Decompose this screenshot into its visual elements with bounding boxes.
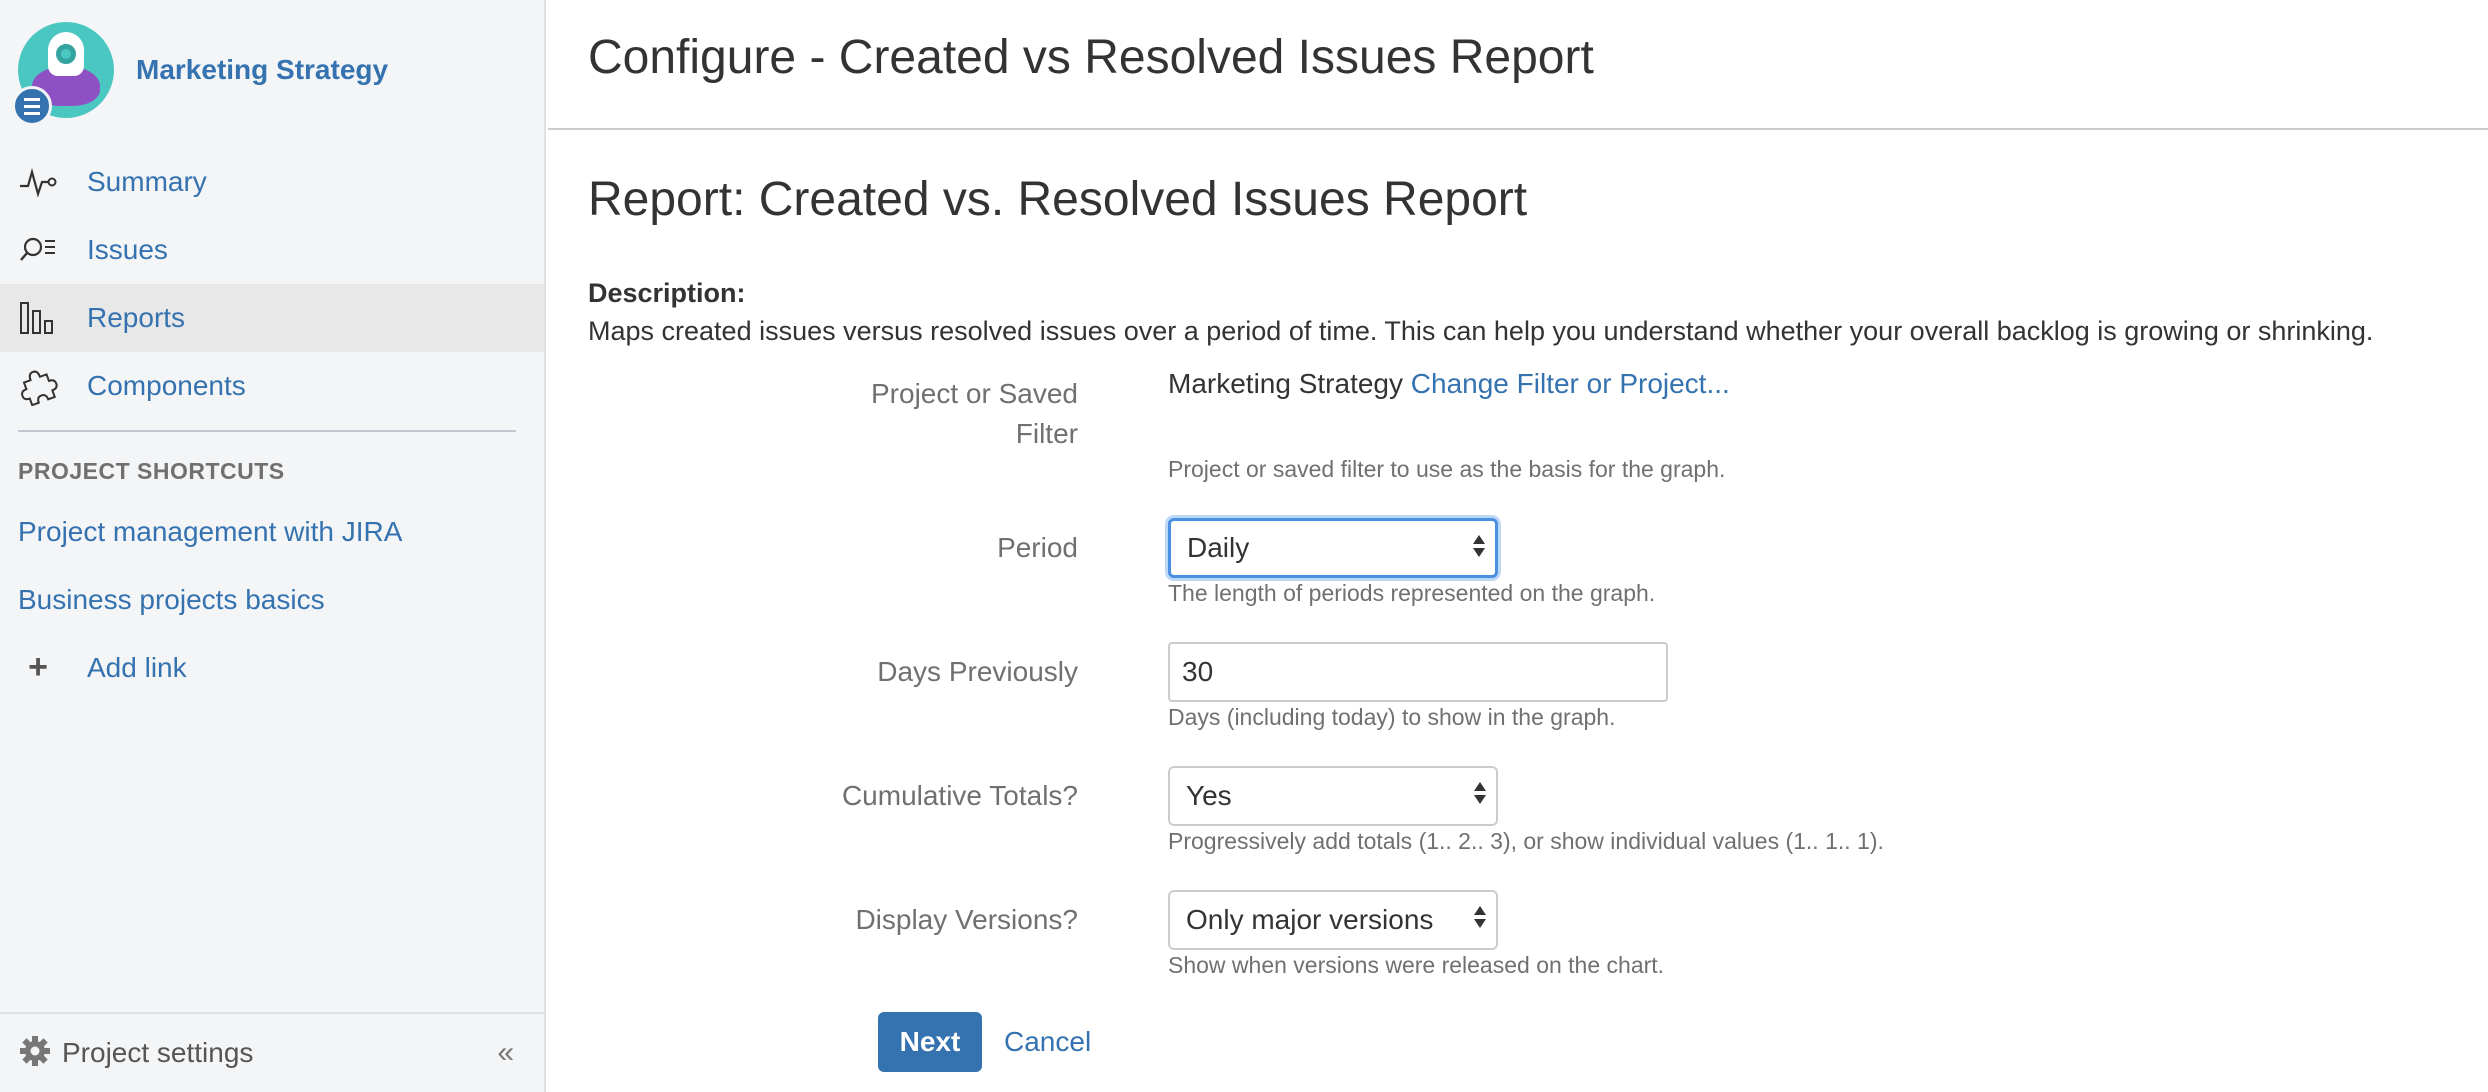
bar-chart-icon bbox=[18, 298, 58, 338]
plus-icon: + bbox=[28, 648, 48, 686]
filter-label-line1: Project or Saved bbox=[871, 378, 1078, 409]
project-name[interactable]: Marketing Strategy bbox=[136, 54, 388, 86]
add-link-label: Add link bbox=[87, 651, 187, 683]
shortcut-link-business-basics[interactable]: Business projects basics bbox=[18, 584, 325, 616]
days-previously-label: Days Previously bbox=[877, 656, 1078, 687]
page-header: Configure - Created vs Resolved Issues R… bbox=[548, 0, 2488, 130]
filter-field-label: Project or Saved Filter bbox=[871, 374, 1078, 454]
shortcut-link-project-management[interactable]: Project management with JIRA bbox=[18, 516, 402, 548]
collapse-sidebar-icon[interactable]: « bbox=[497, 1036, 514, 1070]
nav-item-summary[interactable]: Summary bbox=[0, 148, 544, 216]
pulse-icon bbox=[18, 162, 58, 202]
period-hint: The length of periods represented on the… bbox=[1168, 580, 1656, 606]
filter-hint: Project or saved filter to use as the ba… bbox=[1168, 456, 1726, 482]
display-versions-hint: Show when versions were released on the … bbox=[1168, 952, 1665, 978]
display-versions-label: Display Versions? bbox=[855, 904, 1078, 935]
filter-label-line2: Filter bbox=[1015, 418, 1078, 449]
next-button[interactable]: Next bbox=[878, 1012, 982, 1072]
nav-item-issues[interactable]: Issues bbox=[0, 216, 544, 284]
report-title: Report: Created vs. Resolved Issues Repo… bbox=[588, 173, 1528, 226]
project-settings-button[interactable]: Project settings bbox=[18, 1034, 253, 1073]
project-avatar[interactable] bbox=[12, 22, 114, 126]
main-content: Configure - Created vs Resolved Issues R… bbox=[548, 0, 2488, 1092]
days-previously-value: 30 bbox=[1182, 656, 1214, 687]
select-arrows-icon bbox=[1472, 906, 1488, 928]
project-sidebar: Marketing Strategy Summary Issues Report… bbox=[0, 0, 546, 1092]
project-nav: Summary Issues Reports Components bbox=[0, 148, 544, 420]
cumulative-totals-label: Cumulative Totals? bbox=[841, 780, 1078, 811]
current-filter-name: Marketing Strategy bbox=[1168, 368, 1403, 399]
cumulative-totals-select[interactable]: Yes bbox=[1168, 766, 1498, 826]
period-select-value: Daily bbox=[1187, 532, 1250, 563]
select-arrows-icon bbox=[1471, 535, 1487, 557]
cancel-link[interactable]: Cancel bbox=[1004, 1026, 1091, 1058]
nav-item-label: Reports bbox=[87, 302, 186, 333]
description-text: Maps created issues versus resolved issu… bbox=[588, 316, 2374, 346]
nav-item-label: Components bbox=[87, 370, 246, 401]
change-filter-link[interactable]: Change Filter or Project... bbox=[1411, 368, 1730, 399]
description-label: Description: bbox=[588, 278, 746, 308]
nav-item-label: Summary bbox=[87, 166, 207, 197]
select-arrows-icon bbox=[1472, 782, 1488, 804]
project-settings-label: Project settings bbox=[62, 1037, 254, 1068]
nav-item-components[interactable]: Components bbox=[0, 352, 544, 420]
cumulative-totals-value: Yes bbox=[1186, 780, 1232, 811]
cumulative-totals-hint: Progressively add totals (1.. 2.. 3), or… bbox=[1168, 828, 1884, 854]
days-previously-hint: Days (including today) to show in the gr… bbox=[1168, 704, 1616, 730]
project-shortcuts-heading: PROJECT SHORTCUTS bbox=[18, 458, 285, 484]
puzzle-icon bbox=[18, 366, 58, 406]
add-link-button[interactable]: + Add link bbox=[18, 648, 187, 687]
sidebar-divider bbox=[18, 430, 516, 432]
filter-value: Marketing Strategy Change Filter or Proj… bbox=[1168, 368, 1730, 400]
gear-icon bbox=[18, 1034, 52, 1073]
page-title: Configure - Created vs Resolved Issues R… bbox=[588, 31, 1594, 84]
project-type-badge-icon bbox=[12, 86, 52, 126]
nav-item-label: Issues bbox=[87, 234, 168, 265]
period-select[interactable]: Daily bbox=[1168, 518, 1498, 578]
display-versions-value: Only major versions bbox=[1186, 904, 1434, 935]
project-header: Marketing Strategy bbox=[12, 20, 388, 126]
period-label: Period bbox=[997, 532, 1078, 563]
days-previously-input[interactable]: 30 bbox=[1168, 642, 1668, 702]
display-versions-select[interactable]: Only major versions bbox=[1168, 890, 1498, 950]
nav-item-reports[interactable]: Reports bbox=[0, 284, 544, 352]
sidebar-footer: Project settings « bbox=[0, 1012, 544, 1092]
issues-search-icon bbox=[18, 230, 58, 270]
